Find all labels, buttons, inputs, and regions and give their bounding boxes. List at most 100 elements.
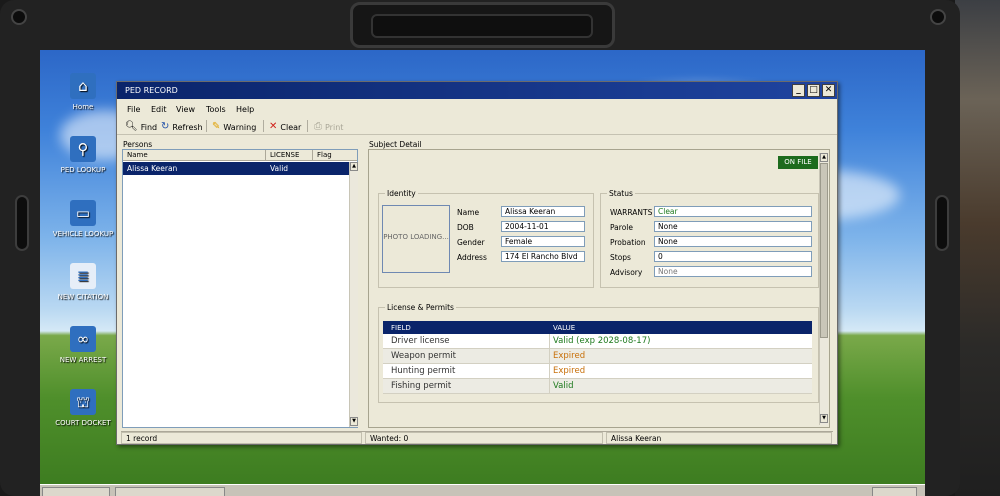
name-label: Name — [457, 208, 480, 217]
status-label: Status — [607, 189, 635, 198]
address-label: Address — [457, 253, 487, 262]
desktop-icon-label: PED LOOKUP — [60, 166, 106, 174]
window-title: PED RECORD — [125, 86, 178, 95]
refresh-icon: ↻ — [161, 121, 170, 132]
probation-field[interactable]: None — [654, 236, 812, 247]
ped-record-window: PED RECORD _ □ ✕ File Edit View Tools He… — [116, 81, 838, 445]
advisory-label: Advisory — [610, 268, 643, 277]
clear-button[interactable]: ✕ Clear — [269, 120, 301, 134]
refresh-button[interactable]: ↻ Refresh — [161, 120, 203, 134]
desktop-icon-new-arrest[interactable]: ∞ NEW ARREST — [51, 326, 115, 364]
screw-icon — [11, 9, 27, 25]
desktop-icon-new-citation[interactable]: ≣ NEW CITATION — [51, 263, 115, 301]
gender-label: Gender — [457, 238, 485, 247]
scroll-thumb[interactable] — [820, 163, 828, 338]
identity-label: Identity — [385, 189, 418, 198]
name-field[interactable]: Alissa Keeran — [501, 206, 585, 217]
start-button[interactable] — [42, 487, 110, 496]
warrants-field[interactable]: Clear — [654, 206, 812, 217]
license-row[interactable]: Fishing permit Valid — [383, 379, 812, 394]
toolbar-separator — [263, 120, 264, 132]
desktop-icon-vehicle-lookup[interactable]: ▭ VEHICLE LOOKUP — [51, 200, 115, 238]
gender-field[interactable]: Female — [501, 236, 585, 247]
toolbar: 🔍︎ Find ↻ Refresh ✎ Warning ✕ Clear ⎙ Pr… — [117, 117, 837, 135]
menu-help[interactable]: Help — [236, 105, 254, 114]
column-header-value[interactable]: VALUE — [553, 324, 575, 332]
system-tray — [872, 487, 917, 496]
toolbar-separator — [307, 120, 308, 132]
parole-field[interactable]: None — [654, 221, 812, 232]
close-button[interactable]: ✕ — [822, 84, 835, 97]
license-permits-label: License & Permits — [385, 303, 456, 312]
menu-bar: File Edit View Tools Help — [117, 102, 837, 116]
background-scene — [955, 0, 1000, 496]
warning-button[interactable]: ✎ Warning — [212, 120, 256, 134]
warrants-label: WARRANTS — [610, 208, 653, 217]
license-permits-group: License & Permits FIELD VALUE Driver lic… — [378, 303, 819, 403]
menu-view[interactable]: View — [176, 105, 195, 114]
home-icon: ⌂ — [70, 73, 96, 99]
person-name: Alissa Keeran — [127, 164, 178, 173]
license-row[interactable]: Driver license Valid (exp 2028-08-17) — [383, 334, 812, 349]
desktop-icon-label: NEW ARREST — [59, 356, 107, 364]
license-row[interactable]: Hunting permit Expired — [383, 364, 812, 379]
taskbar-window-button[interactable] — [115, 487, 225, 496]
persons-scrollbar[interactable]: ▲ ▼ — [349, 162, 358, 427]
persons-label: Persons — [123, 140, 153, 149]
refresh-label: Refresh — [172, 122, 203, 132]
maximize-button[interactable]: □ — [807, 84, 820, 97]
license-value: Expired — [553, 366, 586, 376]
person-row[interactable]: Alissa Keeran Valid — [123, 162, 349, 175]
stops-field[interactable]: 0 — [654, 251, 812, 262]
column-header-name[interactable]: Name — [127, 151, 148, 159]
license-value: Expired — [553, 351, 586, 361]
clear-label: Clear — [280, 122, 302, 132]
license-field: Weapon permit — [391, 351, 456, 361]
toolbar-separator — [206, 120, 207, 132]
right-handle — [935, 195, 949, 251]
advisory-field[interactable]: None — [654, 266, 812, 277]
scroll-down-icon[interactable]: ▼ — [350, 417, 358, 426]
desktop-icon-label: VEHICLE LOOKUP — [52, 230, 114, 238]
desktop-icon-home[interactable]: ⌂ Home — [51, 73, 115, 111]
desktop-icon-ped-lookup[interactable]: ⚲ PED LOOKUP — [51, 136, 115, 174]
persons-header: Name LICENSE Flag — [123, 150, 357, 161]
license-table-header: FIELD VALUE — [383, 321, 812, 334]
license-value: Valid — [553, 381, 574, 391]
on-file-badge: ON FILE — [778, 156, 818, 169]
window-titlebar[interactable]: PED RECORD _ □ ✕ — [117, 82, 837, 99]
license-field: Hunting permit — [391, 366, 456, 376]
menu-file[interactable]: File — [127, 105, 140, 114]
license-row[interactable]: Weapon permit Expired — [383, 349, 812, 364]
clear-x-icon: ✕ — [269, 121, 278, 132]
status-subject: Alissa Keeran — [606, 432, 832, 444]
license-field: Driver license — [391, 336, 450, 346]
print-label: Print — [325, 122, 344, 132]
column-header-flag[interactable]: Flag — [317, 151, 332, 159]
hinge-clip — [350, 2, 615, 48]
screw-icon — [930, 9, 946, 25]
column-header-field[interactable]: FIELD — [391, 324, 411, 332]
vehicle-search-icon: ▭ — [70, 200, 96, 226]
status-group: Status WARRANTS Clear Parole None Probat… — [600, 189, 819, 288]
scroll-down-icon[interactable]: ▼ — [820, 414, 828, 423]
column-header-license[interactable]: LICENSE — [270, 151, 299, 159]
detail-scrollbar[interactable]: ▲ ▼ — [819, 153, 828, 425]
printer-icon: ⎙ — [314, 121, 322, 132]
dob-field[interactable]: 2004-11-01 — [501, 221, 585, 232]
menu-tools[interactable]: Tools — [206, 105, 226, 114]
address-field[interactable]: 174 El Rancho Blvd — [501, 251, 585, 262]
scroll-up-icon[interactable]: ▲ — [350, 162, 358, 171]
subject-detail-panel: ON FILE Identity PHOTO LOADING... Name A… — [368, 149, 830, 428]
license-field: Fishing permit — [391, 381, 452, 391]
desktop-icon-label: Home — [72, 103, 94, 111]
scroll-up-icon[interactable]: ▲ — [820, 153, 828, 162]
minimize-button[interactable]: _ — [792, 84, 805, 97]
find-button[interactable]: 🔍︎ Find — [125, 120, 157, 134]
menu-edit[interactable]: Edit — [151, 105, 167, 114]
desktop-icon-label: NEW CITATION — [57, 293, 109, 301]
find-label: Find — [140, 122, 158, 132]
search-icon: 🔍︎ — [125, 121, 138, 132]
print-button[interactable]: ⎙ Print — [314, 120, 343, 134]
desktop-icon-court-docket[interactable]: ⛫ COURT DOCKET — [51, 389, 115, 427]
